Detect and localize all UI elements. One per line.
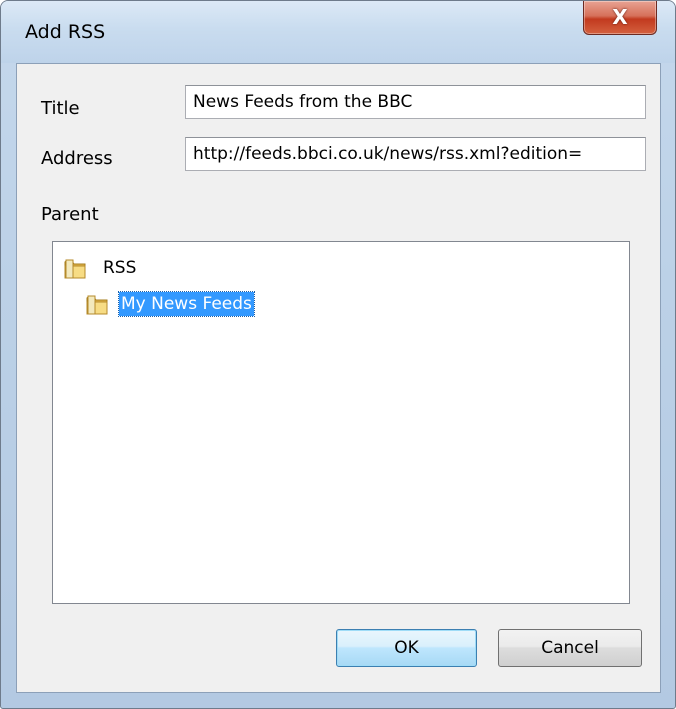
tree-item-label: RSS <box>103 258 137 278</box>
close-button[interactable]: X <box>583 1 657 35</box>
close-icon: X <box>612 5 628 29</box>
folder-icon <box>64 259 86 279</box>
ok-button[interactable]: OK <box>336 629 477 667</box>
dialog-title: Add RSS <box>25 21 106 43</box>
title-label: Title <box>41 98 80 119</box>
window-frame-bottom <box>1 693 675 708</box>
title-field[interactable]: News Feeds from the BBC <box>185 85 646 119</box>
address-field[interactable]: http://feeds.bbci.co.uk/news/rss.xml?edi… <box>185 137 646 171</box>
tree-item-label: My News Feeds <box>118 291 255 317</box>
dialog-content: Title News Feeds from the BBC Address ht… <box>16 63 661 693</box>
folder-icon <box>86 295 108 315</box>
cancel-button[interactable]: Cancel <box>498 629 642 667</box>
add-rss-dialog: Add RSS X Title News Feeds from the BBC … <box>0 0 676 709</box>
parent-folder-tree[interactable]: RSS My News Feeds <box>52 241 630 604</box>
address-label: Address <box>41 148 113 169</box>
parent-label: Parent <box>41 204 99 225</box>
title-bar[interactable]: Add RSS X <box>1 1 675 63</box>
